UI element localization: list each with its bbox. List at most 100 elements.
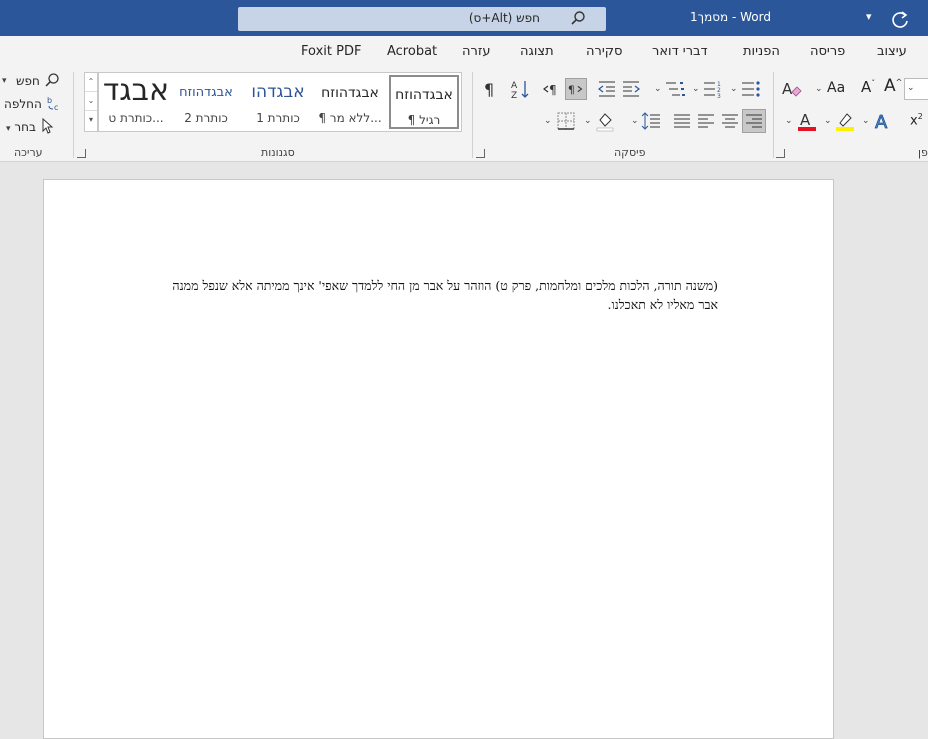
style-preview: אבגד (102, 75, 170, 108)
svg-text:¶: ¶ (484, 80, 494, 99)
replace-label: החלפה (4, 97, 42, 111)
gallery-scroll-up-icon[interactable]: ⌃ (85, 73, 97, 92)
find-label: חפש (16, 74, 40, 88)
bullets-icon[interactable] (740, 78, 762, 100)
decrease-font-size-icon[interactable]: Aˇ (861, 78, 875, 96)
editing-launcher-icon[interactable] (77, 149, 86, 158)
replace-icon: b c (47, 96, 58, 112)
tab-layout[interactable]: פריסה (810, 44, 845, 59)
line-spacing-icon[interactable] (640, 110, 662, 132)
redo-icon[interactable] (890, 8, 912, 30)
style-name: ¶ ללא מר... (318, 111, 382, 125)
style-name: כותרת 1 (256, 111, 300, 125)
tab-help[interactable]: עזרה (462, 44, 490, 59)
numbering-dropdown-icon[interactable]: ⌄ (692, 84, 700, 94)
svg-text:¶: ¶ (568, 84, 575, 97)
tab-references[interactable]: הפניות (743, 44, 780, 59)
select-dropdown-icon: ▾ (6, 124, 11, 134)
svg-text:c: c (54, 103, 58, 111)
clear-formatting-icon[interactable]: A (780, 78, 802, 100)
tab-acrobat[interactable]: Acrobat (387, 44, 437, 59)
find-button[interactable]: חפש (16, 72, 60, 88)
text-effects-dropdown-icon[interactable]: ⌄ (862, 116, 870, 126)
gallery-scroll-down-icon[interactable]: ⌄ (85, 92, 97, 111)
style-heading-1[interactable]: אבגדהו כותרת 1 (243, 75, 313, 129)
ribbon-tabs: עיצוב פריסה הפניות דברי דואר סקירה תצוגה… (0, 36, 928, 66)
change-case-icon[interactable]: Aa (827, 80, 845, 96)
search-placeholder: חפש (Alt+ס) (468, 11, 540, 25)
borders-dropdown-icon[interactable]: ⌄ (544, 116, 552, 126)
increase-font-size-icon[interactable]: A^ (884, 76, 902, 96)
tab-foxit-pdf[interactable]: Foxit PDF (301, 44, 361, 59)
style-name: ¶ רגיל (407, 113, 441, 127)
style-no-spacing[interactable]: אבגדהוזח ¶ ללא מר... (315, 75, 385, 129)
select-label: בחר (14, 120, 36, 134)
svg-text:A: A (800, 111, 811, 129)
highlight-icon[interactable] (834, 110, 856, 132)
align-left-icon[interactable] (695, 110, 717, 132)
superscript-icon[interactable]: x2 (910, 112, 923, 128)
tab-view[interactable]: תצוגה (520, 44, 554, 59)
change-case-dropdown-icon[interactable]: ⌄ (815, 84, 823, 94)
style-name: כותרת 2 (184, 111, 228, 125)
title-bar: חפש (Alt+ס) מסמך1 - Word ▾ (0, 0, 928, 36)
highlight-dropdown-icon[interactable]: ⌄ (824, 116, 832, 126)
font-size-box[interactable]: ⌄ (904, 78, 928, 100)
svg-text:Z: Z (511, 91, 517, 100)
style-title[interactable]: אבגד כותרת ט... (101, 75, 171, 129)
tab-design[interactable]: עיצוב (877, 44, 907, 59)
style-preview: אבגדהוזח (179, 85, 233, 100)
svg-text:b: b (47, 96, 52, 105)
search-box[interactable]: חפש (Alt+ס) (238, 7, 606, 31)
borders-icon[interactable] (555, 110, 577, 132)
text-effects-icon[interactable]: A (872, 110, 894, 132)
sort-icon[interactable]: A Z (509, 78, 531, 100)
tab-mailings[interactable]: דברי דואר (652, 44, 708, 59)
select-button[interactable]: ▾ בחר (6, 117, 54, 134)
styles-launcher-icon[interactable] (476, 149, 485, 158)
svg-text:3: 3 (717, 93, 721, 100)
editing-group-label: עריכה (14, 146, 43, 159)
replace-button[interactable]: החלפה b c (4, 95, 62, 112)
font-color-dropdown-icon[interactable]: ⌄ (785, 116, 793, 126)
numbering-icon[interactable]: 1 2 3 (702, 78, 724, 100)
multilevel-list-icon[interactable] (664, 78, 686, 100)
shading-dropdown-icon[interactable]: ⌄ (584, 116, 592, 126)
show-paragraph-marks-icon[interactable]: ¶ (479, 78, 501, 100)
line-spacing-dropdown-icon[interactable]: ⌄ (631, 116, 639, 126)
style-normal[interactable]: אבגדהוזח ¶ רגיל (389, 75, 459, 129)
font-group-label: פן (918, 146, 928, 159)
ltr-direction-icon: ¶ (568, 84, 583, 97)
svg-text:A: A (782, 80, 793, 98)
increase-indent-icon[interactable] (596, 78, 618, 100)
style-preview: אבגדהו (251, 82, 305, 102)
paragraph-group-label: פיסקה (614, 146, 646, 159)
align-right-button[interactable] (742, 109, 766, 133)
svg-text:A: A (875, 112, 888, 132)
styles-gallery-scroll: ⌃ ⌄ ▾ (84, 72, 98, 132)
ltr-direction-button[interactable]: ¶ (565, 78, 587, 100)
group-separator (73, 72, 74, 158)
align-center-icon[interactable] (719, 110, 741, 132)
find-dropdown-icon[interactable]: ▾ (2, 76, 7, 86)
rtl-direction-icon[interactable]: ¶ (541, 78, 563, 100)
style-preview: אבגדהוזח (395, 87, 453, 103)
shading-icon[interactable] (594, 110, 616, 132)
font-color-icon[interactable]: A (796, 110, 818, 132)
font-size-dropdown-icon[interactable]: ⌄ (907, 83, 915, 93)
document-page[interactable]: (משנה תורה, הלכות מלכים ומלחמות, פרק ט) … (43, 179, 834, 739)
decrease-indent-icon[interactable] (620, 78, 642, 100)
ribbon: חפש ▾ החלפה b c ▾ בחר עריכה ⌃ ⌄ ▾ אבגדהו… (0, 66, 928, 162)
justify-icon[interactable] (671, 110, 693, 132)
tab-review[interactable]: סקירה (586, 44, 622, 59)
style-heading-2[interactable]: אבגדהוזח כותרת 2 (171, 75, 241, 129)
document-paragraph[interactable]: (משנה תורה, הלכות מלכים ומלחמות, פרק ט) … (160, 276, 718, 314)
paragraph-launcher-icon[interactable] (776, 149, 785, 158)
multilevel-list-dropdown-icon[interactable]: ⌄ (654, 84, 662, 94)
search-icon (571, 11, 585, 25)
styles-group-label: סגנונות (261, 146, 295, 159)
svg-text:A: A (511, 81, 518, 91)
gallery-more-icon[interactable]: ▾ (85, 111, 97, 130)
customize-qat-icon[interactable]: ▾ (866, 10, 872, 23)
bullets-dropdown-icon[interactable]: ⌄ (730, 84, 738, 94)
